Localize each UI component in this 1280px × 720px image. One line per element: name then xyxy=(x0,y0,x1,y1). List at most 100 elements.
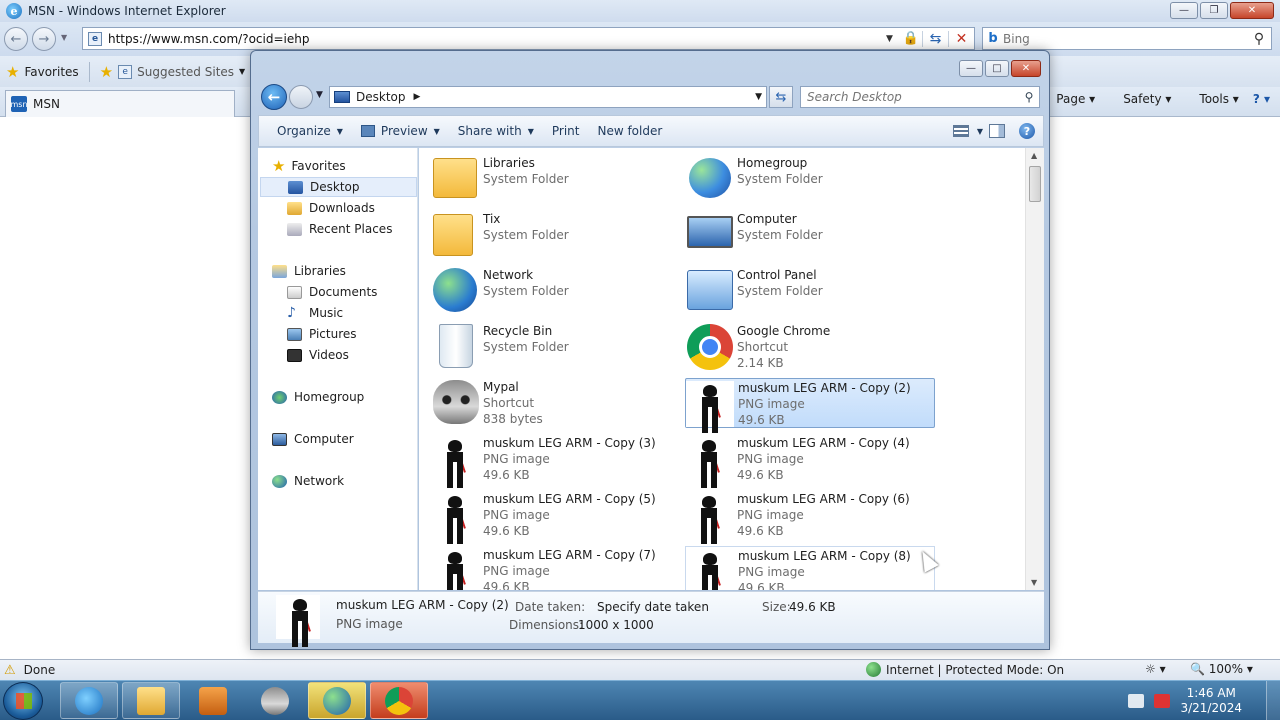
breadcrumb-dropdown-icon[interactable]: ▼ xyxy=(755,92,762,102)
scroll-down-icon[interactable]: ▼ xyxy=(1031,578,1037,587)
recent-locations-dropdown[interactable]: ▼ xyxy=(316,90,323,100)
taskbar-ie-button[interactable] xyxy=(60,682,118,719)
suggested-sites-icon: e xyxy=(118,64,133,79)
tab-msn[interactable]: msn MSN xyxy=(5,90,235,117)
suggested-sites-button[interactable]: e Suggested Sites ▼ xyxy=(118,64,245,79)
file-item[interactable]: muskum LEG ARM - Copy (6) PNG image 49.6 K… xyxy=(685,490,935,544)
lock-icon[interactable]: 🔒 xyxy=(900,31,922,46)
file-item-recycle-bin[interactable]: Recycle Bin System Folder xyxy=(431,322,681,372)
new-folder-button[interactable]: New folder xyxy=(597,124,662,138)
volume-muted-icon[interactable] xyxy=(1154,694,1171,708)
tools-menu[interactable]: Tools ▾ xyxy=(1185,92,1238,106)
file-item-homegroup[interactable]: Homegroup System Folder xyxy=(685,154,935,204)
tab-title: MSN xyxy=(33,97,60,111)
file-item[interactable]: muskum LEG ARM - Copy (7) PNG image 49.6 K… xyxy=(431,546,681,590)
refresh-icon[interactable]: ⇆ xyxy=(922,30,948,47)
explorer-close-button[interactable]: ✕ xyxy=(1011,60,1041,77)
dimensions-value: 1000 x 1000 xyxy=(578,618,654,632)
explorer-back-button[interactable]: ← xyxy=(261,84,287,110)
file-item-network[interactable]: Network System Folder xyxy=(431,266,681,316)
organize-button[interactable]: Organize ▼ xyxy=(277,124,343,138)
system-tray: 1:46 AM 3/21/2024 xyxy=(1128,681,1280,720)
file-item-google-chrome[interactable]: Google Chrome Shortcut 2.14 KB xyxy=(685,322,935,372)
clock[interactable]: 1:46 AM 3/21/2024 xyxy=(1180,686,1242,716)
security-zone[interactable]: Internet | Protected Mode: On xyxy=(866,662,1064,677)
start-button[interactable] xyxy=(3,682,43,720)
explorer-search-box[interactable]: ⚲ xyxy=(800,86,1040,108)
sidebar-item-computer[interactable]: Computer xyxy=(272,429,429,449)
explorer-search-input[interactable] xyxy=(801,90,1019,104)
ie-search-input[interactable] xyxy=(1003,31,1247,46)
sidebar-item-libraries[interactable]: Libraries xyxy=(272,261,429,281)
file-item-selected[interactable]: muskum LEG ARM - Copy (2) PNG image 49.6 K… xyxy=(685,378,935,433)
ie-minimize-button[interactable]: — xyxy=(1170,2,1198,19)
clock-date: 3/21/2024 xyxy=(1180,701,1242,715)
taskbar-network-button[interactable] xyxy=(308,682,366,719)
homegroup-icon xyxy=(689,158,731,198)
scroll-up-icon[interactable]: ▲ xyxy=(1031,151,1037,160)
file-item-computer[interactable]: Computer System Folder xyxy=(685,210,935,260)
file-item-mypal[interactable]: Mypal Shortcut 838 bytes xyxy=(431,378,681,428)
scrollbar-thumb[interactable] xyxy=(1029,166,1041,202)
file-item-tix[interactable]: Tix System Folder xyxy=(431,210,681,260)
sidebar-item-homegroup[interactable]: Homegroup xyxy=(272,387,429,407)
ie-address-bar[interactable]: e https://www.msn.com/?ocid=iehp ▼ 🔒 ⇆ ✕ xyxy=(82,27,975,50)
security-status-icon[interactable]: ☼ ▾ xyxy=(1145,662,1166,676)
status-text: Done xyxy=(23,663,56,677)
print-button[interactable]: Print xyxy=(552,124,580,138)
breadcrumb-arrow-icon[interactable]: ▶ xyxy=(414,92,421,102)
search-icon[interactable]: ⚲ xyxy=(1019,90,1039,104)
taskbar-explorer-button[interactable] xyxy=(122,682,180,719)
date-taken-value[interactable]: Specify date taken xyxy=(597,600,709,614)
file-item-hovered[interactable]: muskum LEG ARM - Copy (8) PNG image 49.6 K… xyxy=(685,546,935,590)
taskbar-mypal-button[interactable] xyxy=(246,682,304,719)
explorer-refresh-button[interactable]: ⇆ xyxy=(769,86,793,108)
file-item-libraries[interactable]: Libraries System Folder xyxy=(431,154,681,204)
size-value: 49.6 KB xyxy=(789,600,836,614)
explorer-maximize-button[interactable]: □ xyxy=(985,60,1009,77)
network-icon xyxy=(272,474,287,488)
sidebar-item-network[interactable]: Network xyxy=(272,471,429,491)
explorer-forward-button[interactable] xyxy=(289,85,313,109)
change-view-button[interactable]: ▼ xyxy=(952,125,983,137)
search-icon[interactable]: ⚲ xyxy=(1247,31,1271,47)
raccoon-icon xyxy=(261,686,289,715)
ie-back-button[interactable]: ← xyxy=(4,27,28,51)
file-list-scrollbar[interactable]: ▲ ▼ xyxy=(1025,148,1044,590)
ie-forward-button[interactable]: → xyxy=(32,27,56,51)
file-item[interactable]: muskum LEG ARM - Copy (4) PNG image 49.6 K… xyxy=(685,434,935,488)
sidebar-item-favorites[interactable]: ★ Favorites xyxy=(272,156,429,176)
taskbar-chrome-button[interactable] xyxy=(370,682,428,719)
ie-recent-pages-dropdown[interactable]: ▼ xyxy=(61,33,67,42)
stop-icon[interactable]: ✕ xyxy=(948,30,974,47)
png-thumbnail-icon xyxy=(686,549,734,590)
recent-places-icon xyxy=(287,222,302,236)
libraries-icon xyxy=(272,264,287,278)
show-desktop-button[interactable] xyxy=(1266,681,1280,720)
add-favorite-icon[interactable]: ★ xyxy=(100,63,113,81)
ie-restore-button[interactable]: ❐ xyxy=(1200,2,1228,19)
share-with-button[interactable]: Share with ▼ xyxy=(458,124,534,138)
explorer-minimize-button[interactable]: — xyxy=(959,60,983,77)
file-item-control-panel[interactable]: Control Panel System Folder xyxy=(685,266,935,316)
safety-menu[interactable]: Safety ▾ xyxy=(1109,92,1171,106)
ie-url-text[interactable]: https://www.msn.com/?ocid=iehp xyxy=(108,32,886,46)
sidebar-item-desktop[interactable]: Desktop xyxy=(260,177,417,197)
preview-pane-icon[interactable] xyxy=(989,124,1005,138)
preview-button[interactable]: Preview ▼ xyxy=(360,124,440,138)
ie-status-bar: ⚠ Done Internet | Protected Mode: On ☼ ▾… xyxy=(0,659,1280,680)
help-icon[interactable]: ? xyxy=(1019,123,1035,139)
favorites-button[interactable]: ★ Favorites xyxy=(6,63,79,81)
size-label: Size: xyxy=(762,600,791,614)
zoom-control[interactable]: 🔍 100% ▾ xyxy=(1190,662,1253,676)
file-item[interactable]: muskum LEG ARM - Copy (3) PNG image 49.6 K… xyxy=(431,434,681,488)
help-icon[interactable]: ? ▾ xyxy=(1253,92,1270,106)
address-dropdown-icon[interactable]: ▼ xyxy=(886,34,900,44)
file-item[interactable]: muskum LEG ARM - Copy (5) PNG image 49.6 K… xyxy=(431,490,681,544)
ie-search-box[interactable]: b ⚲ xyxy=(982,27,1272,50)
action-center-icon[interactable] xyxy=(1128,694,1145,708)
taskbar-media-player-button[interactable] xyxy=(184,682,242,719)
ie-close-button[interactable]: ✕ xyxy=(1230,2,1274,19)
breadcrumb[interactable]: Desktop ▶ ▼ xyxy=(329,86,767,108)
breadcrumb-desktop[interactable]: Desktop xyxy=(356,90,406,104)
